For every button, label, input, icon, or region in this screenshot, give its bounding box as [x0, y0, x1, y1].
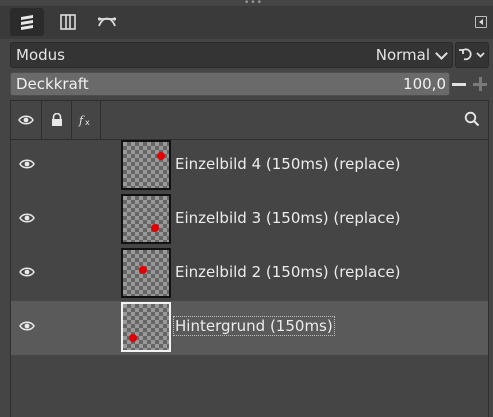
opacity-label: Deckkraft — [16, 75, 89, 93]
layers-icon — [21, 15, 33, 30]
layer-name[interactable]: Einzelbild 2 (150ms) (replace) — [175, 263, 401, 281]
layer-row-selected[interactable]: Hintergrund (150ms) — [11, 301, 488, 355]
tab-channels[interactable] — [51, 8, 85, 36]
fx-icon: f x — [78, 114, 90, 127]
layer-row[interactable]: Einzelbild 2 (150ms) (replace) — [11, 247, 488, 301]
opacity-control: Deckkraft 100,0 — [10, 72, 489, 96]
plus-icon-v — [479, 77, 482, 91]
layer-list: f x Einzelbild 4 (150ms) (replace) Einze… — [10, 100, 489, 417]
paths-icon — [97, 17, 117, 27]
layer-name[interactable]: Einzelbild 4 (150ms) (replace) — [175, 155, 401, 173]
eye-icon — [18, 115, 34, 125]
layer-name[interactable]: Einzelbild 3 (150ms) (replace) — [175, 209, 401, 227]
eye-icon[interactable] — [19, 212, 35, 224]
tab-paths[interactable] — [90, 8, 124, 36]
opacity-value: 100,0 — [403, 75, 446, 93]
eye-icon[interactable] — [19, 158, 35, 170]
visibility-column-header[interactable] — [11, 101, 42, 139]
eye-icon[interactable] — [19, 266, 35, 278]
layer-thumbnail[interactable] — [121, 140, 171, 190]
chevron-down-icon — [435, 47, 448, 60]
red-dot — [129, 334, 137, 342]
layer-row[interactable]: Einzelbild 3 (150ms) (replace) — [11, 193, 488, 247]
layer-name[interactable]: Hintergrund (150ms) — [173, 316, 335, 336]
opacity-decrease-button[interactable] — [452, 83, 466, 86]
mode-value: Normal — [375, 46, 430, 64]
mode-select[interactable]: Modus Normal — [10, 42, 453, 68]
search-icon[interactable] — [464, 111, 480, 127]
layer-thumbnail[interactable] — [121, 248, 171, 298]
opacity-slider[interactable]: Deckkraft 100,0 — [10, 72, 450, 96]
red-dot — [151, 224, 159, 232]
dock-menu-button[interactable] — [475, 16, 487, 28]
layer-thumbnail[interactable] — [121, 194, 171, 244]
effects-column-header[interactable]: f x — [72, 101, 101, 139]
composite-mode-icon — [459, 48, 485, 61]
tab-layers[interactable] — [10, 8, 44, 36]
red-dot — [157, 152, 165, 160]
lock-icon — [51, 113, 62, 126]
channels-icon — [60, 14, 76, 30]
layer-thumbnail[interactable] — [121, 302, 171, 352]
dock-tab-bar — [0, 6, 493, 39]
composite-mode-button[interactable] — [455, 42, 489, 68]
mode-label: Modus — [16, 46, 65, 64]
svg-text:x: x — [85, 118, 90, 127]
layer-row[interactable]: Einzelbild 4 (150ms) (replace) — [11, 139, 488, 193]
lock-column-header[interactable] — [42, 101, 72, 139]
red-dot — [139, 266, 147, 274]
svg-text:f: f — [78, 114, 85, 127]
eye-icon[interactable] — [19, 320, 35, 332]
layer-list-header: f x — [11, 101, 488, 140]
